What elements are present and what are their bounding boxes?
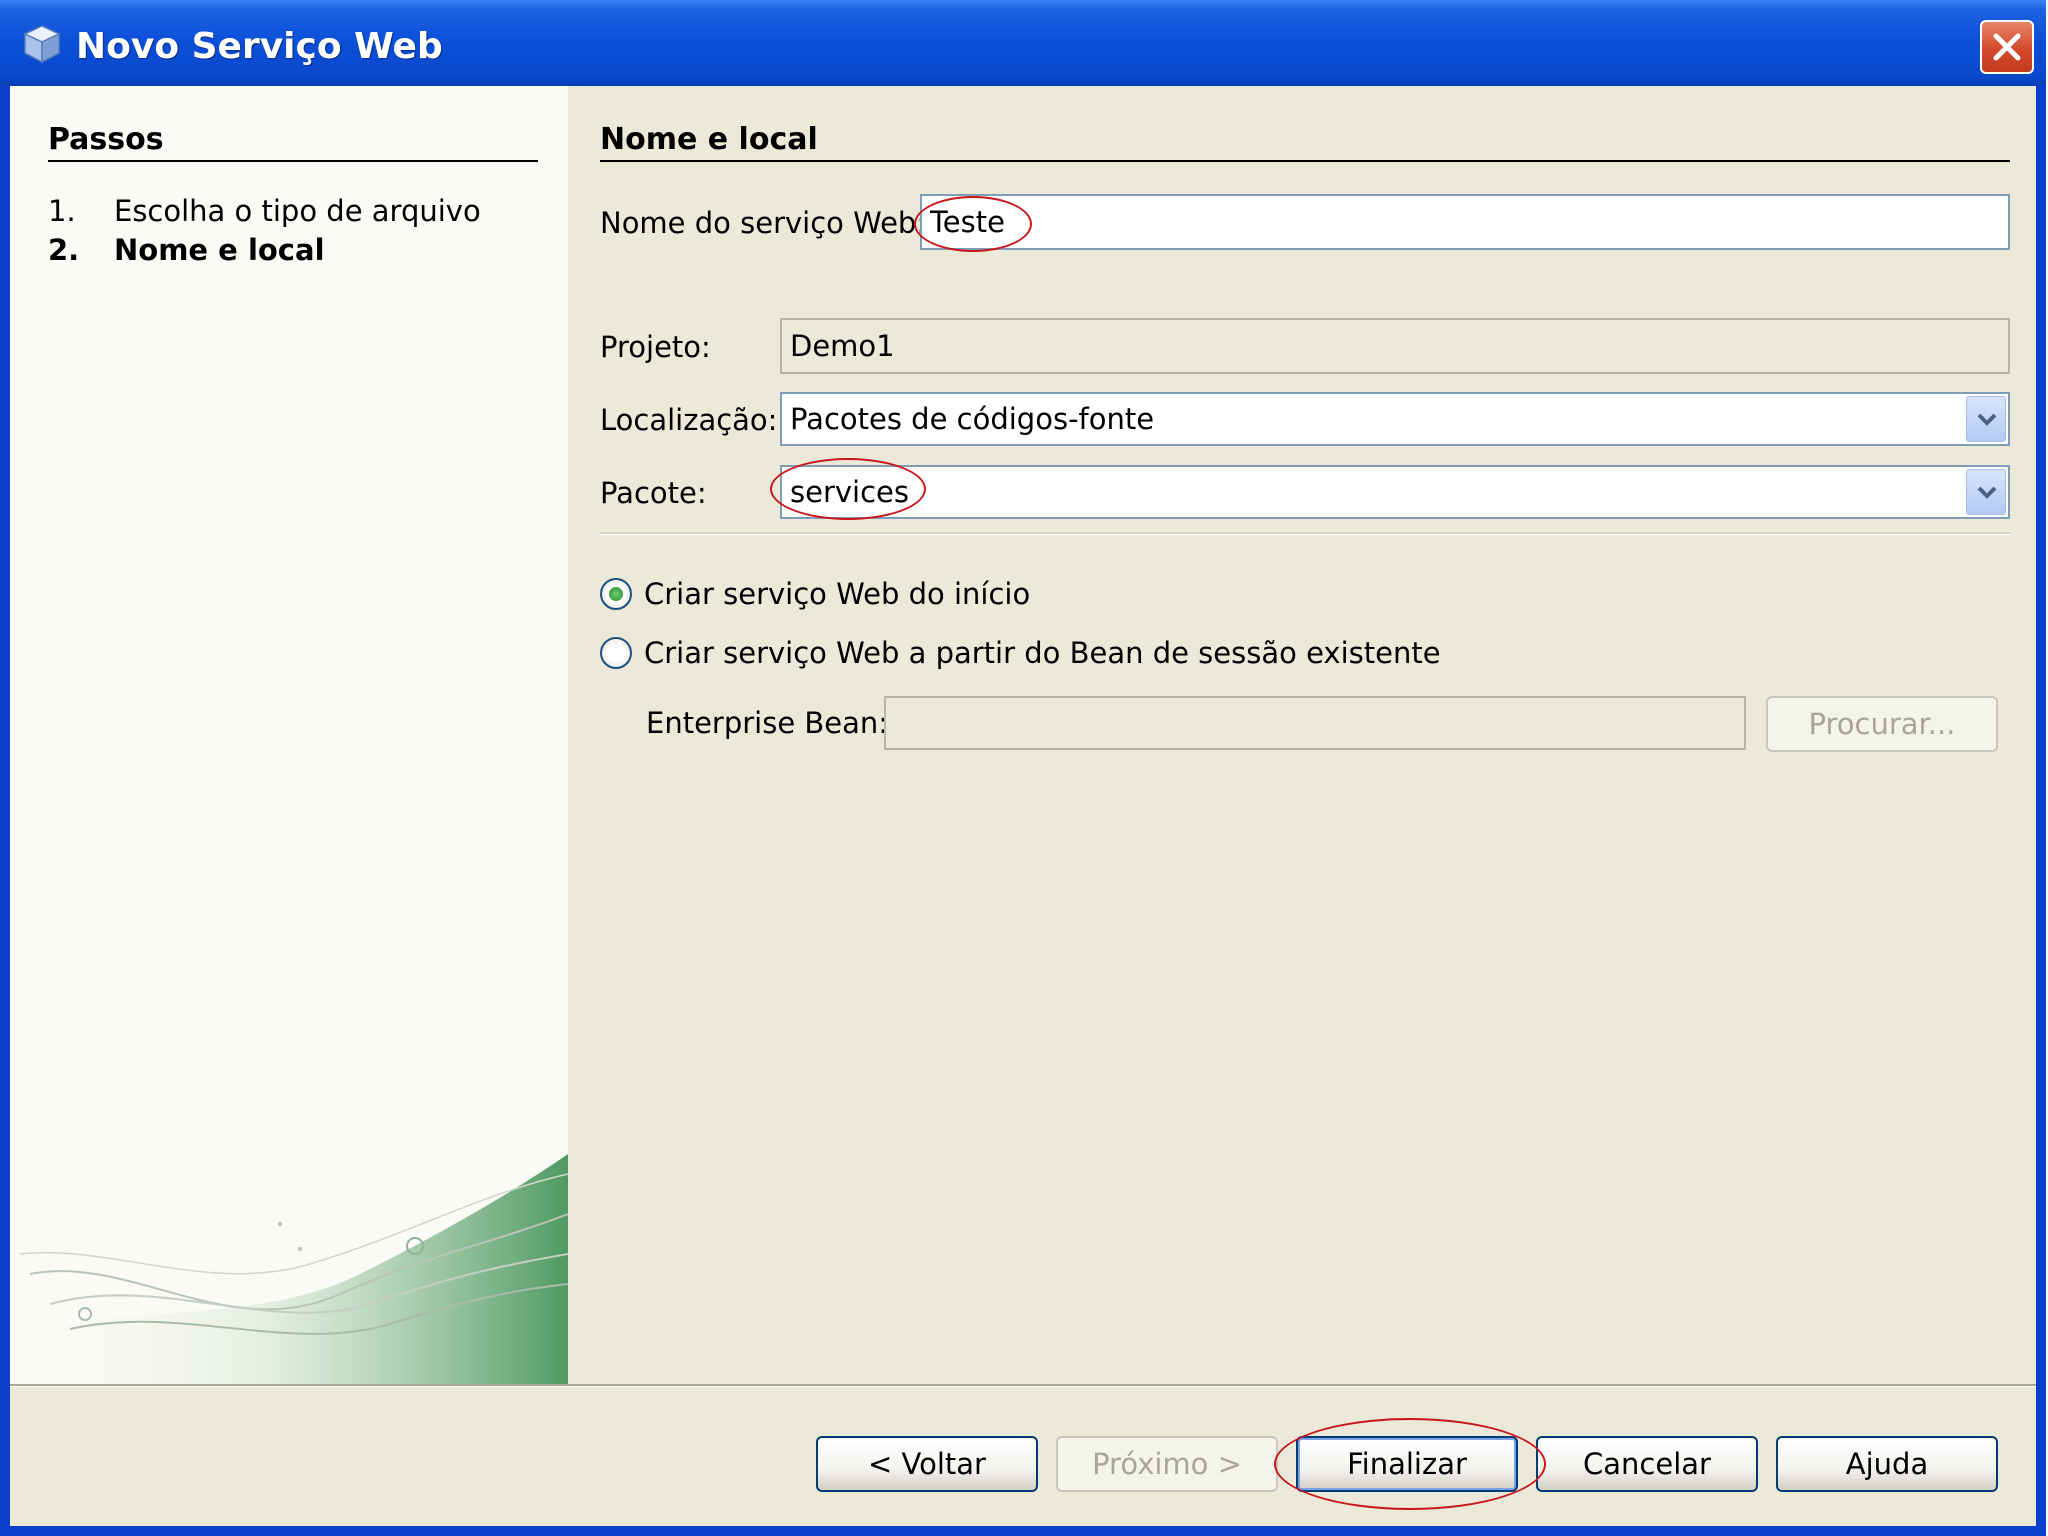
steps-panel: Passos 1. Escolha o tipo de arquivo 2. Nom… [10, 86, 568, 1384]
decorative-wave-graphic [10, 1154, 568, 1384]
location-select[interactable]: Pacotes de códigos-fonte [780, 392, 2010, 446]
radio-button[interactable] [600, 637, 632, 669]
steps-title: Passos [48, 122, 164, 157]
radio-label: Criar serviço Web do início [644, 577, 1031, 611]
back-button[interactable]: < Voltar [816, 1436, 1038, 1492]
location-value: Pacotes de códigos-fonte [790, 402, 1155, 436]
radio-create-from-scratch[interactable]: Criar serviço Web do início [600, 577, 1030, 611]
project-field [780, 318, 2010, 374]
cancel-button[interactable]: Cancelar [1536, 1436, 1758, 1492]
enterprise-bean-input [884, 696, 1746, 750]
finish-button[interactable]: Finalizar [1296, 1436, 1518, 1492]
service-name-label: Nome do serviço Web: [600, 206, 927, 240]
step-number: 2. [48, 233, 80, 267]
next-button: Próximo > [1056, 1436, 1278, 1492]
panel-divider [600, 160, 2010, 162]
step-number: 1. [48, 194, 76, 228]
step-item: 1. Escolha o tipo de arquivo [48, 194, 481, 228]
close-icon [1993, 33, 2021, 61]
steps-divider [48, 160, 538, 162]
browse-button: Procurar... [1766, 696, 1998, 752]
enterprise-bean-label: Enterprise Bean: [646, 706, 889, 740]
radio-label: Criar serviço Web a partir do Bean de se… [644, 636, 1441, 670]
location-label: Localização: [600, 403, 778, 437]
package-select[interactable]: services [780, 465, 2010, 519]
service-name-input[interactable] [920, 194, 2010, 250]
close-button[interactable] [1980, 20, 2034, 74]
dialog-window: Novo Serviço Web Passos 1. Escolha o tipo… [0, 0, 2046, 1536]
step-label: Escolha o tipo de arquivo [114, 194, 481, 228]
package-label: Pacote: [600, 476, 707, 510]
package-dropdown-button[interactable] [1966, 469, 2006, 515]
help-button[interactable]: Ajuda [1776, 1436, 1998, 1492]
radio-create-from-session-bean[interactable]: Criar serviço Web a partir do Bean de se… [600, 636, 1441, 670]
dialog-body: Passos 1. Escolha o tipo de arquivo 2. Nom… [10, 86, 2036, 1526]
panel-title: Nome e local [600, 122, 818, 157]
step-item-current: 2. Nome e local [48, 233, 325, 267]
chevron-down-icon [1977, 486, 1997, 499]
project-label: Projeto: [600, 330, 711, 364]
step-label: Nome e local [114, 233, 325, 267]
package-value: services [790, 475, 909, 509]
chevron-down-icon [1977, 413, 1997, 426]
location-dropdown-button[interactable] [1966, 396, 2006, 442]
footer-divider [10, 1384, 2036, 1387]
title-bar[interactable]: Novo Serviço Web [0, 0, 2046, 86]
section-separator [600, 532, 2010, 535]
radio-button-checked[interactable] [600, 578, 632, 610]
cube-icon [23, 25, 61, 64]
window-title: Novo Serviço Web [76, 26, 443, 67]
